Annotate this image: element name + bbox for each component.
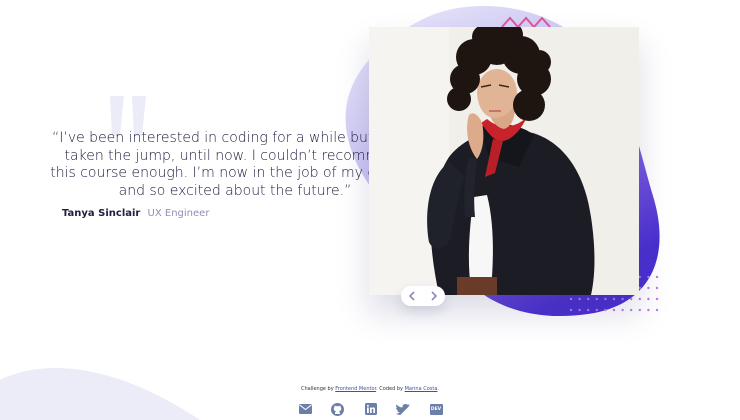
chevron-left-icon [408, 291, 415, 301]
github-icon [331, 402, 345, 416]
pattern-dot [595, 297, 598, 301]
attribution-suffix: . [437, 386, 440, 392]
pattern-dot [647, 275, 650, 279]
pattern-dot [630, 308, 633, 312]
linkedin-link[interactable] [364, 402, 378, 416]
next-button[interactable] [426, 288, 442, 304]
attribution: Challenge by Frontend Mentor. Coded by M… [0, 386, 740, 392]
pattern-dot [578, 308, 581, 312]
pattern-dot [604, 297, 607, 301]
twitter-icon [396, 403, 411, 415]
frontend-mentor-link[interactable]: Frontend Mentor [335, 386, 376, 392]
slider-nav [401, 286, 445, 306]
social-links: DEV [298, 401, 443, 417]
email-icon [298, 404, 312, 414]
dev-icon: DEV [429, 403, 443, 415]
pattern-dot [655, 308, 659, 312]
github-link[interactable] [331, 402, 345, 416]
pattern-dot [638, 308, 641, 312]
pattern-dot [569, 297, 573, 301]
pattern-dot [647, 286, 650, 290]
pattern-dot [655, 275, 659, 279]
pattern-dot [587, 308, 590, 312]
chevron-right-icon [431, 291, 438, 301]
pattern-dot [612, 297, 616, 301]
prev-button[interactable] [404, 288, 420, 304]
pattern-dot [587, 297, 590, 301]
pattern-dot [621, 308, 624, 312]
pattern-dot [569, 308, 573, 312]
linkedin-icon [364, 403, 377, 415]
email-link[interactable] [298, 402, 312, 416]
pattern-dot [638, 297, 641, 301]
attribution-middle: . Coded by [376, 386, 405, 392]
pattern-dot [612, 308, 616, 312]
pattern-dot [621, 297, 624, 301]
pattern-dot [595, 308, 598, 312]
page: “I’ve been interested in coding for a wh… [0, 0, 740, 420]
pattern-dot [647, 297, 650, 301]
author-link[interactable]: Marina Costa [405, 386, 438, 392]
attribution-prefix: Challenge by [300, 386, 336, 392]
pattern-dot [655, 286, 659, 290]
twitter-link[interactable] [396, 402, 411, 416]
portrait-illustration [369, 27, 639, 295]
testimonial-author: Tanya Sinclair UX Engineer [62, 208, 209, 219]
pattern-dot [647, 308, 650, 312]
pattern-dot [630, 297, 633, 301]
testimonial-photo [369, 27, 639, 295]
dev-link[interactable]: DEV [429, 402, 443, 416]
author-role: UX Engineer [147, 208, 210, 219]
author-name: Tanya Sinclair [62, 208, 141, 219]
testimonial-quote: “I’ve been interested in coding for a wh… [50, 130, 420, 199]
pattern-dot [655, 297, 659, 301]
pattern-dot [604, 308, 607, 312]
pattern-dot [578, 297, 581, 301]
